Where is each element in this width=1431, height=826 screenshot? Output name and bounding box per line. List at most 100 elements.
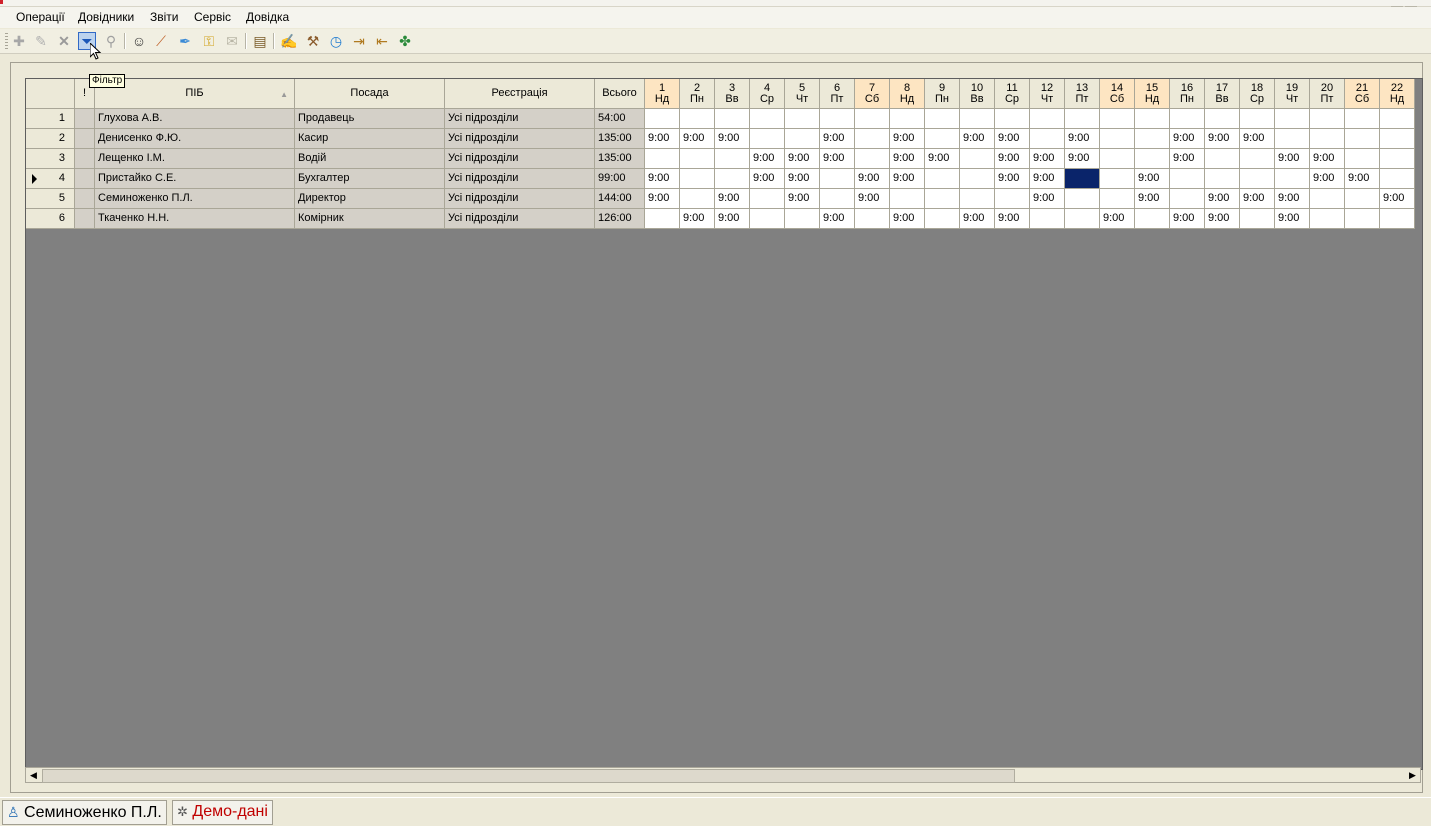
column-header-day[interactable]: 20 Пт [1310,79,1345,109]
day-cell[interactable] [1065,189,1100,209]
employee-registration[interactable]: Усі підрозділи [445,189,595,209]
day-cell[interactable] [1030,109,1065,129]
day-cell[interactable]: 9:00 [785,169,820,189]
column-header-day[interactable]: 18 Ср [1240,79,1275,109]
day-cell[interactable] [1345,209,1380,229]
day-cell[interactable]: 9:00 [1170,149,1205,169]
day-cell[interactable] [1380,109,1415,129]
day-cell[interactable] [1135,109,1170,129]
day-cell[interactable]: 9:00 [750,149,785,169]
day-cell[interactable]: 9:00 [890,209,925,229]
day-cell[interactable] [1135,209,1170,229]
scroll-right-icon[interactable]: ▶ [1405,768,1420,782]
day-cell[interactable] [1380,209,1415,229]
day-cell[interactable] [1205,169,1240,189]
employee-registration[interactable]: Усі підрозділи [445,209,595,229]
total-hours[interactable]: 135:00 [595,149,645,169]
menu-references[interactable]: Довідники [76,10,136,24]
column-header-day[interactable]: 22 Нд [1380,79,1415,109]
column-header-day[interactable]: 2 Пн [680,79,715,109]
mark-cell[interactable] [75,129,95,149]
employee-name[interactable]: Глухова А.В. [95,109,295,129]
day-cell[interactable]: 9:00 [820,149,855,169]
day-cell[interactable] [1065,109,1100,129]
day-cell[interactable]: 9:00 [995,149,1030,169]
export-icon[interactable]: ⇥ [350,32,368,50]
day-cell[interactable] [1345,109,1380,129]
day-cell[interactable] [960,109,995,129]
day-cell[interactable] [1100,109,1135,129]
day-cell[interactable]: 9:00 [1275,189,1310,209]
total-hours[interactable]: 54:00 [595,109,645,129]
day-cell[interactable] [645,209,680,229]
day-cell[interactable]: 9:00 [960,209,995,229]
day-cell[interactable] [960,189,995,209]
day-cell[interactable] [1380,149,1415,169]
day-cell[interactable] [1100,189,1135,209]
tools-icon[interactable]: ⚒ [304,32,322,50]
day-cell[interactable]: 9:00 [1275,149,1310,169]
day-cell[interactable] [1380,169,1415,189]
column-header-day[interactable]: 19 Чт [1275,79,1310,109]
day-cell[interactable] [1030,129,1065,149]
employee-name[interactable]: Лещенко І.М. [95,149,295,169]
day-cell[interactable]: 9:00 [960,129,995,149]
day-cell[interactable] [1135,149,1170,169]
day-cell[interactable]: 9:00 [855,189,890,209]
day-cell[interactable] [820,189,855,209]
day-cell[interactable] [1100,149,1135,169]
day-cell[interactable]: 9:00 [785,149,820,169]
total-hours[interactable]: 99:00 [595,169,645,189]
day-cell[interactable] [925,189,960,209]
day-cell[interactable] [855,129,890,149]
day-cell[interactable]: 9:00 [995,209,1030,229]
day-cell[interactable] [820,169,855,189]
horizontal-scrollbar[interactable]: ◀ ▶ [25,767,1421,783]
settings-icon[interactable]: ✍ [280,32,298,50]
day-cell[interactable] [1170,109,1205,129]
employee-registration[interactable]: Усі підрозділи [445,169,595,189]
day-cell[interactable] [1310,129,1345,149]
day-cell[interactable]: 9:00 [1205,129,1240,149]
day-cell[interactable] [1345,149,1380,169]
day-cell[interactable]: 9:00 [1030,149,1065,169]
day-cell[interactable] [1170,169,1205,189]
column-header-day[interactable]: 10 Вв [960,79,995,109]
column-header-day[interactable]: 12 Чт [1030,79,1065,109]
menu-service[interactable]: Сервіс [192,10,233,24]
add-icon[interactable]: ✚ [10,32,28,50]
column-header-day[interactable]: 15 Нд [1135,79,1170,109]
column-header-day[interactable]: 7 Сб [855,79,890,109]
day-cell[interactable] [1275,129,1310,149]
day-cell[interactable] [855,109,890,129]
day-cell[interactable] [645,109,680,129]
day-cell[interactable] [960,169,995,189]
timesheet-grid[interactable]: ! ПІБ ▲ Посада Реєстрація Всього 1 Нд 2 Пн 3 Вв 4 Ср 5… [25,78,1423,770]
day-cell[interactable]: 9:00 [1205,209,1240,229]
day-cell[interactable] [1345,129,1380,149]
column-header-position[interactable]: Посада [295,79,445,109]
day-cell[interactable]: 9:00 [715,189,750,209]
day-cell[interactable]: 9:00 [1100,209,1135,229]
day-cell[interactable] [1310,189,1345,209]
selected-day-cell[interactable] [1065,169,1100,189]
day-cell[interactable]: 9:00 [715,129,750,149]
day-cell[interactable] [995,189,1030,209]
day-cell[interactable] [750,209,785,229]
day-cell[interactable]: 9:00 [1170,209,1205,229]
day-cell[interactable] [680,109,715,129]
column-header-day[interactable]: 9 Пн [925,79,960,109]
total-hours[interactable]: 135:00 [595,129,645,149]
column-header-day[interactable]: 3 Вв [715,79,750,109]
column-header-day[interactable]: 16 Пн [1170,79,1205,109]
mark-cell[interactable] [75,209,95,229]
row-number[interactable]: 3 [26,149,75,169]
day-cell[interactable] [995,109,1030,129]
employee-name[interactable]: Семиноженко П.Л. [95,189,295,209]
employee-position[interactable]: Касир [295,129,445,149]
column-header-day[interactable]: 8 Нд [890,79,925,109]
menu-help[interactable]: Довідка [244,10,291,24]
day-cell[interactable]: 9:00 [995,129,1030,149]
day-cell[interactable] [785,129,820,149]
day-cell[interactable] [1030,209,1065,229]
